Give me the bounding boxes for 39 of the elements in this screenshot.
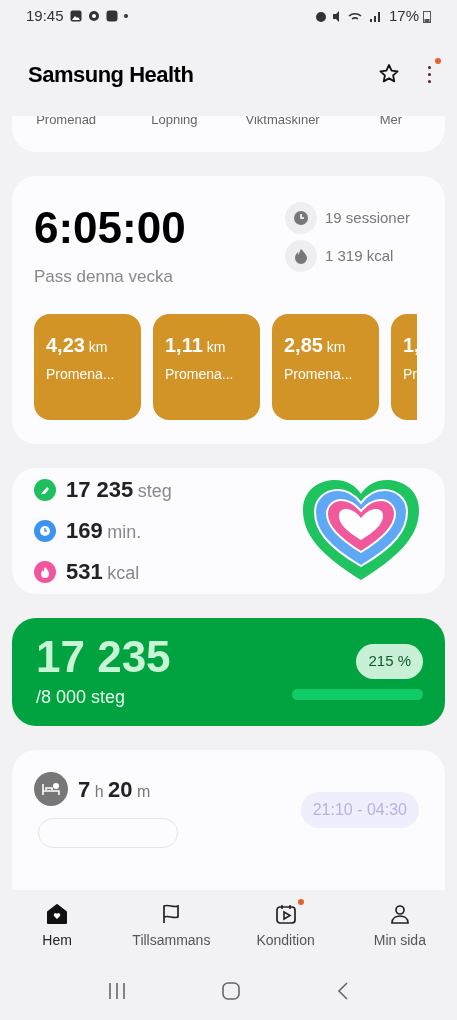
nav-tab[interactable]: Tillsammans — [114, 890, 229, 962]
activity-value: 531 kcal — [66, 558, 140, 587]
workout-type: Promena... — [284, 364, 354, 384]
sleep-duration: 7 h 20 m — [78, 775, 151, 804]
calories-total: 1 319 kcal — [325, 245, 394, 266]
more-notifications-icon — [123, 14, 128, 18]
status-time: 19:45 — [26, 5, 64, 26]
back-icon[interactable] — [335, 981, 350, 1001]
distance-value: 1,11 km — [165, 332, 227, 358]
clock-icon — [285, 202, 317, 235]
activity-value: 17 235 steg — [66, 476, 172, 505]
app-title: Samsung Health — [28, 60, 194, 89]
sessions-count: 19 sessioner — [325, 207, 411, 228]
clock-icon — [34, 519, 56, 542]
steps-goal: /8 000 steg — [36, 686, 127, 710]
steps-count: 17 235 — [36, 632, 171, 683]
recent-apps-icon[interactable] — [107, 981, 128, 1001]
nav-tab[interactable]: Min sida — [342, 890, 457, 962]
battery-percent: 17% — [388, 5, 419, 26]
battery-icon — [423, 9, 431, 23]
home-heart-icon — [45, 901, 70, 926]
sleep-time-range: 21:10 - 04:30 — [300, 792, 419, 828]
nav-tab[interactable]: Kondition — [228, 890, 343, 962]
app-notification-icon — [105, 10, 118, 22]
home-button-icon[interactable] — [221, 981, 242, 1001]
gallery-icon — [69, 10, 82, 22]
flame-icon — [34, 560, 56, 583]
workout-type: Promena... — [46, 364, 116, 384]
bed-icon — [34, 772, 68, 806]
workout-type: Pr — [403, 364, 417, 384]
activity-value: 169 min. — [66, 517, 142, 546]
distance-value: 2,85 km — [284, 332, 347, 358]
nav-tab[interactable]: Hem — [0, 890, 115, 962]
workout-type: Promena... — [165, 364, 235, 384]
goal-percent: 215 % — [356, 644, 423, 679]
distance-value: 4,23 km — [46, 332, 109, 358]
week-caption: Pass denna vecka — [34, 266, 174, 289]
total-time: 6:05:00 — [34, 202, 186, 255]
flame-icon — [285, 240, 317, 273]
